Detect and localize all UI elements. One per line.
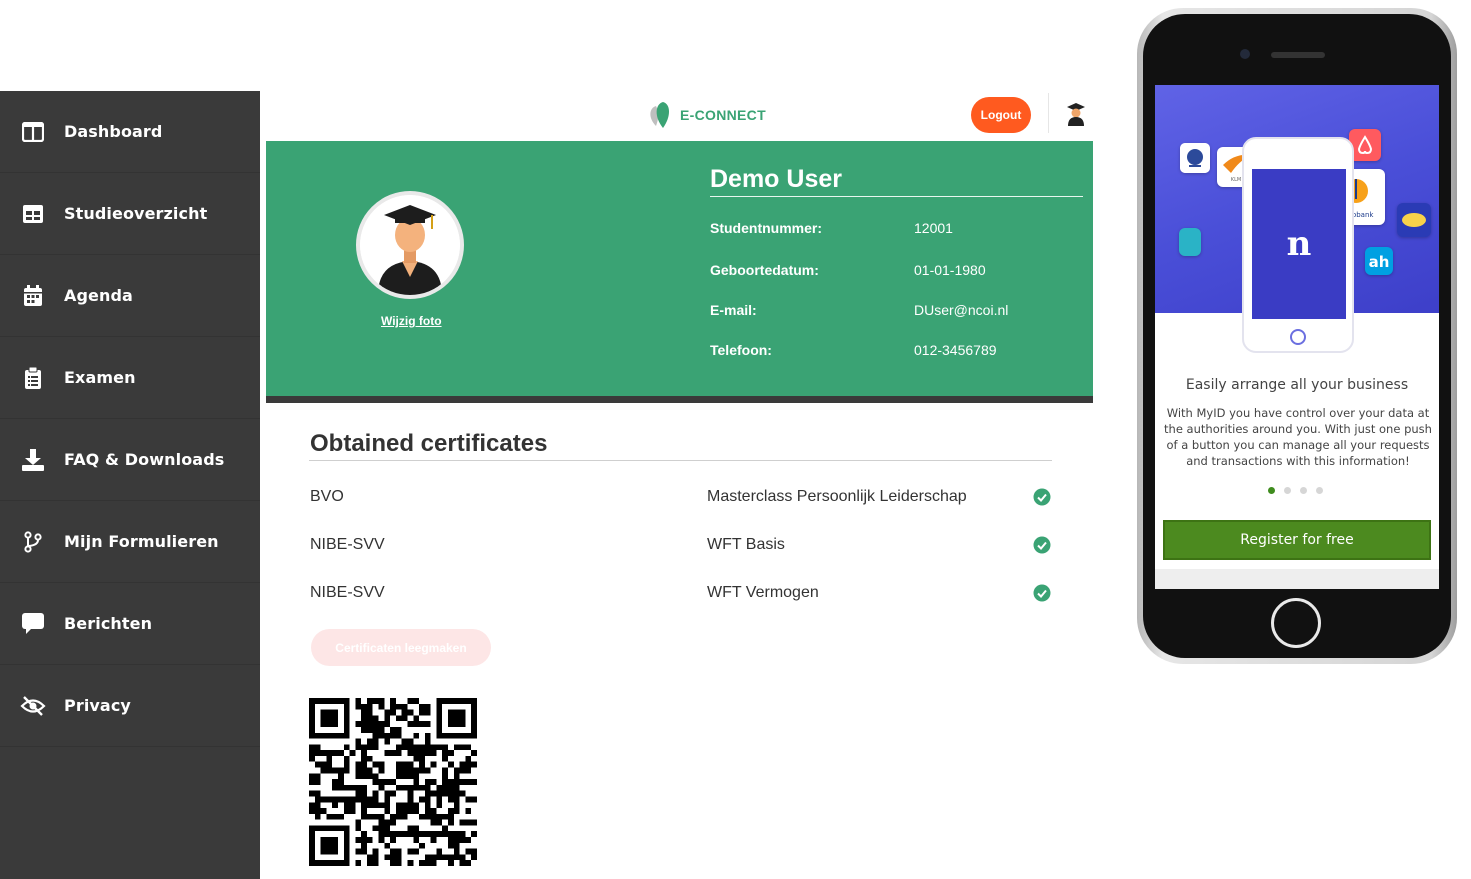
leaf-logo-icon	[650, 102, 669, 128]
phone-screen: KLM Rabobank ah n Easily arrange all you…	[1155, 85, 1439, 589]
calendar-icon	[20, 283, 46, 309]
check-circle-icon	[1033, 584, 1051, 607]
check-circle-icon	[1033, 536, 1051, 559]
sidebar-item-label: Dashboard	[64, 122, 163, 141]
profile-card: Wijzig foto Demo User Studentnummer: 120…	[266, 141, 1093, 403]
sidebar-item-label: Agenda	[64, 286, 133, 305]
certificate-org: NIBE-SVV	[310, 536, 385, 553]
phone-speaker	[1271, 52, 1325, 58]
onboarding-title: Easily arrange all your business	[1185, 377, 1409, 393]
clear-certificates-button[interactable]: Certificaten leegmaken	[311, 629, 491, 666]
dashboard-icon	[20, 119, 46, 145]
certificate-row: NIBE-SVV WFT Vermogen	[310, 584, 1052, 608]
screen-bottom-bar	[1155, 569, 1439, 589]
sidebar-item-privacy[interactable]: Privacy	[0, 665, 260, 747]
chat-icon	[20, 611, 46, 637]
sidebar-item-studieoverzicht[interactable]: Studieoverzicht	[0, 173, 260, 255]
name-divider	[710, 196, 1083, 197]
user-name: Demo User	[710, 165, 842, 193]
phone-home-button[interactable]	[1271, 598, 1321, 648]
sidebar-item-examen[interactable]: Examen	[0, 337, 260, 419]
klm-label: KLM	[1231, 177, 1241, 183]
phone-camera	[1240, 49, 1250, 59]
mini-phone-graphic: n	[1242, 137, 1354, 353]
profile-photo[interactable]	[356, 191, 464, 299]
certificate-name: WFT Vermogen	[707, 584, 819, 601]
user-avatar-icon[interactable]	[1066, 102, 1086, 131]
mini-phone-home	[1290, 329, 1306, 345]
sidebar: Dashboard Studieoverzicht Agenda Examen …	[0, 91, 260, 879]
carousel-dots	[1268, 487, 1323, 494]
register-button[interactable]: Register for free	[1163, 520, 1431, 560]
certificate-name: Masterclass Persoonlijk Leiderschap	[707, 488, 967, 505]
logout-button[interactable]: Logout	[971, 97, 1031, 133]
sidebar-item-label: Privacy	[64, 696, 131, 715]
email-label: E-mail:	[710, 302, 757, 318]
clipboard-icon	[20, 365, 46, 391]
app-hero: KLM Rabobank ah n	[1155, 85, 1439, 353]
government-app-icon	[1180, 143, 1210, 173]
certificates-title: Obtained certificates	[310, 430, 548, 457]
ah-label: ah	[1369, 253, 1390, 271]
carousel-dot-active[interactable]	[1268, 487, 1275, 494]
certificate-row: NIBE-SVV WFT Basis	[310, 536, 1052, 560]
branch-icon	[20, 529, 46, 555]
phone-value: 012-3456789	[914, 342, 997, 358]
header-divider	[1048, 93, 1049, 133]
sidebar-item-label: Studieoverzicht	[64, 204, 208, 223]
top-header: E-CONNECT Logout	[266, 91, 1093, 141]
certificate-org: BVO	[310, 488, 344, 505]
sidebar-item-mijn-formulieren[interactable]: Mijn Formulieren	[0, 501, 260, 583]
cheese-app-icon	[1397, 203, 1431, 237]
eye-slash-icon	[20, 693, 46, 719]
certificate-name: WFT Basis	[707, 536, 785, 553]
email-value: DUser@ncoi.nl	[914, 302, 1009, 318]
certificate-org: NIBE-SVV	[310, 584, 385, 601]
student-number-value: 12001	[914, 220, 953, 236]
blue-app-icon	[1179, 228, 1201, 256]
check-circle-icon	[1033, 488, 1051, 511]
change-photo-link[interactable]: Wijzig foto	[381, 314, 442, 328]
sidebar-item-label: Mijn Formulieren	[64, 532, 219, 551]
student-number-label: Studentnummer:	[710, 220, 822, 236]
albert-heijn-app-icon: ah	[1365, 247, 1393, 275]
carousel-dot[interactable]	[1300, 487, 1307, 494]
sidebar-item-label: FAQ & Downloads	[64, 450, 225, 469]
birthdate-label: Geboortedatum:	[710, 262, 819, 278]
certificate-row: BVO Masterclass Persoonlijk Leiderschap	[310, 488, 1052, 512]
mini-phone-screen: n	[1252, 169, 1346, 319]
sidebar-item-berichten[interactable]: Berichten	[0, 583, 260, 665]
certificates-divider	[309, 460, 1052, 461]
screenshot-stage: Dashboard Studieoverzicht Agenda Examen …	[0, 0, 1471, 879]
download-icon	[20, 447, 46, 473]
sidebar-item-agenda[interactable]: Agenda	[0, 255, 260, 337]
carousel-dot[interactable]	[1284, 487, 1291, 494]
onboarding-text: With MyID you have control over your dat…	[1164, 406, 1432, 468]
table-icon	[20, 201, 46, 227]
sidebar-item-faq-downloads[interactable]: FAQ & Downloads	[0, 419, 260, 501]
birthdate-value: 01-01-1980	[914, 262, 986, 278]
carousel-dot[interactable]	[1316, 487, 1323, 494]
phone-label: Telefoon:	[710, 342, 772, 358]
brand-logo[interactable]: E-CONNECT	[646, 100, 766, 130]
graduate-avatar-icon	[360, 195, 460, 295]
qr-code	[309, 698, 477, 866]
myid-logo: n	[1287, 224, 1312, 264]
brand-name: E-CONNECT	[680, 107, 766, 123]
sidebar-item-label: Berichten	[64, 614, 153, 633]
sidebar-item-label: Examen	[64, 368, 136, 387]
sidebar-item-dashboard[interactable]: Dashboard	[0, 91, 260, 173]
